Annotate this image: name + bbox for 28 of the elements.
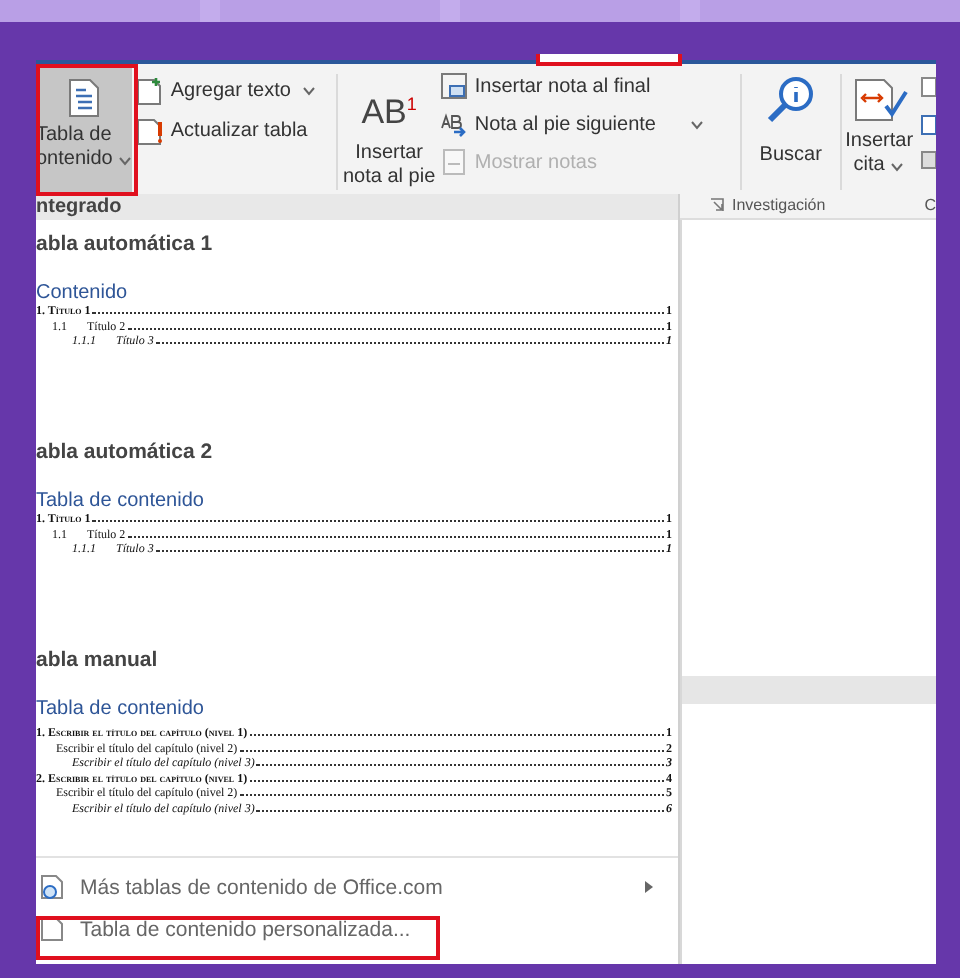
- document-icon: [68, 78, 101, 118]
- command-button[interactable]: Nota al pie siguiente: [440, 108, 740, 140]
- preview-heading: Tabla de contenido: [36, 490, 206, 514]
- command-button[interactable]: Insertar nota al final: [440, 70, 740, 102]
- insert-footnote-button[interactable]: AB$^{1}$ Insertar nota al pie: [337, 64, 441, 190]
- gallery-title: abla manual: [36, 648, 160, 674]
- preview-heading: Contenido: [36, 282, 130, 306]
- insert-citation-button[interactable]: Insertar cita: [842, 64, 916, 178]
- section-header: ntegrado: [36, 194, 678, 220]
- gallery-title: abla automática 2: [36, 440, 215, 466]
- search-button[interactable]: Buscar: [741, 64, 841, 168]
- highlight-frame: [36, 64, 138, 196]
- document-plus-icon: [136, 75, 165, 105]
- page-note-icon: [440, 71, 469, 101]
- document-exclamation-icon: [136, 115, 165, 145]
- preview-heading: Tabla de contenido: [36, 698, 206, 722]
- command-button[interactable]: Actualizar tabla: [136, 114, 336, 146]
- page-icon: [440, 147, 469, 177]
- menu-item[interactable]: Tabla de contenido personalizada...: [36, 908, 678, 950]
- group-label: Investigación: [732, 196, 826, 214]
- letters-arrow-icon: [440, 109, 469, 139]
- caret-icon: [118, 155, 133, 165]
- group-label: C: [924, 196, 936, 214]
- citation-icon: [851, 76, 908, 124]
- gallery-title: abla automática 1: [36, 232, 215, 258]
- menu-item[interactable]: Más tablas de contenido de Office.com: [36, 866, 678, 908]
- search-icon: [764, 76, 817, 124]
- command-button[interactable]: Agregar texto: [136, 74, 336, 106]
